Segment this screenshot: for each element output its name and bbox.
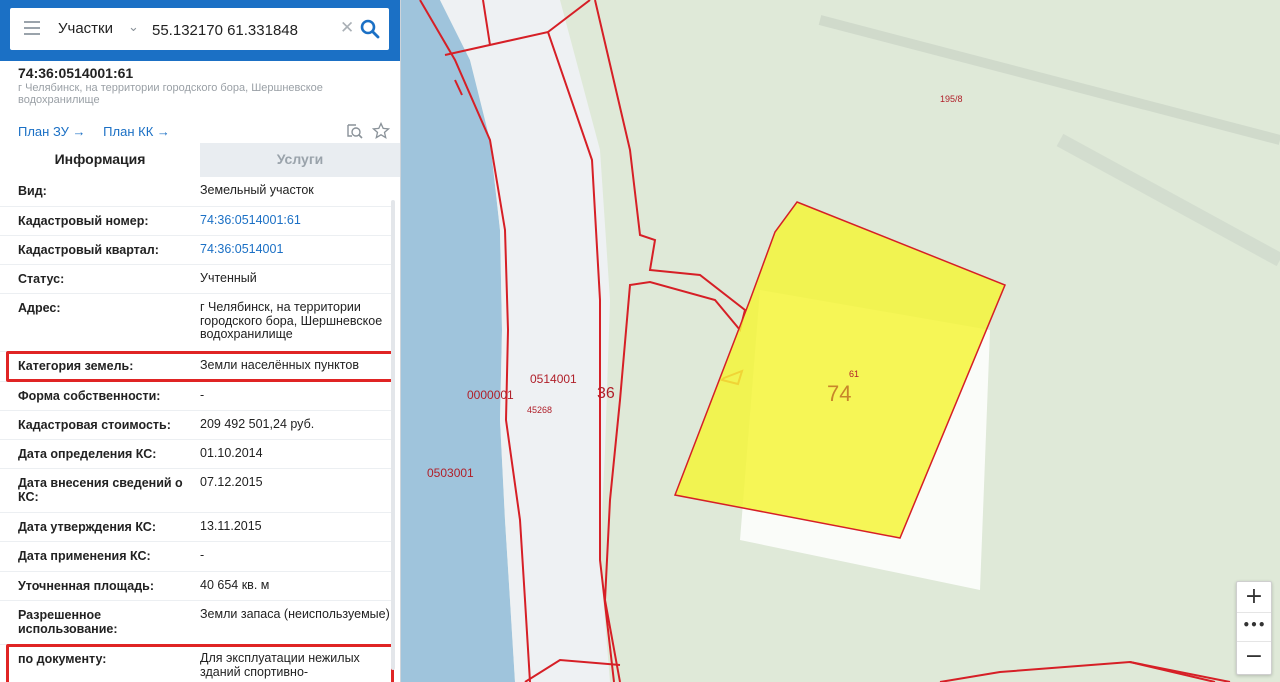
plan-kk-link[interactable]: План КК → [103,124,170,139]
table-row: Статус: Учтенный [0,265,392,294]
arrow-right-icon: → [72,124,86,139]
row-value: 01.10.2014 [200,446,263,460]
row-label: Уточненная площадь: [18,579,155,593]
row-label: по документу: [18,652,107,666]
zoom-in-button[interactable]: + [1237,582,1271,613]
row-label: Разрешенное использование: [18,608,118,636]
tab-information[interactable]: Информация [0,143,200,177]
row-value: Для эксплуатации нежилых зданий спортивн… [200,651,360,682]
row-label: Статус: [18,272,65,286]
row-value-link[interactable]: 74:36:0514001 [200,242,390,257]
table-row: Категория земель: Земли населённых пункто… [0,351,394,382]
arrow-right-icon: → [156,124,170,139]
search-type-select[interactable]: Участки [58,20,113,37]
tab-services[interactable]: Услуги [200,143,400,177]
info-panel: Участки ⌄ ✕ 74:36:0514001:61 г Челябинск… [0,0,401,682]
row-value: Учтенный [200,271,257,285]
row-label: Кадастровая стоимость: [18,418,171,432]
table-row: Кадастровая стоимость: 209 492 501,24 руб… [0,411,392,440]
row-label: Вид: [18,184,47,198]
panel-scrollbar[interactable] [391,200,395,670]
menu-icon[interactable] [24,21,40,35]
row-label: Дата внесения сведений о КС: [18,476,183,504]
table-row: Дата применения КС: - [0,542,392,572]
table-row: Кадастровый квартал: 74:36:0514001 [0,236,392,265]
table-row: Кадастровый номер: 74:36:0514001:61 [0,207,392,236]
row-value: 13.11.2015 [200,519,262,533]
row-value: 209 492 501,24 руб. [200,417,315,431]
tool-icons [342,121,391,140]
table-row: Вид: Земельный участок [0,177,392,207]
zoom-out-button[interactable]: − [1237,642,1271,672]
map-label-block-b: 0000001 [467,388,514,402]
parcel-address: г Челябинск, на территории городского бо… [18,82,323,106]
row-label: Дата утверждения КС: [18,520,156,534]
plan-zu-link[interactable]: План ЗУ → [18,124,86,139]
row-value: г Челябинск, на территории городского бо… [200,300,383,341]
row-label: Категория земель: [18,359,134,373]
map-label-block-c: 0503001 [427,466,474,480]
zoom-to-parcel-icon[interactable] [346,122,364,140]
search-bar: Участки ⌄ ✕ [0,0,400,61]
row-label: Форма собственности: [18,389,161,403]
table-row: Уточненная площадь: 40 654 кв. м [0,572,392,601]
row-label: Адрес: [18,301,61,315]
row-value: Земли запаса (неиспользуемые) [200,607,390,621]
table-row: Адрес: г Челябинск, на территории городск… [0,294,392,352]
row-value: Земельный участок [200,183,314,197]
search-icon[interactable] [360,19,380,39]
row-value: 07.12.2015 [200,475,263,489]
row-label: Дата применения КС: [18,549,151,563]
map-label-district: 36 [597,385,615,402]
row-value: - [200,548,205,562]
zoom-control: + ••• − [1236,581,1272,675]
map-label-block-a: 0514001 [530,372,577,386]
search-box: Участки ⌄ ✕ [10,8,389,50]
table-row: Разрешенное использование: Земли запаса (… [0,601,392,645]
row-label: Кадастровый номер: [18,214,149,228]
parcel-number-big: 74 [827,381,852,406]
row-value: - [200,388,205,402]
parcel-number-small: 61 [849,369,860,379]
star-icon[interactable] [372,121,391,140]
map-label-number: 45268 [527,405,553,415]
table-row: по документу: Для эксплуатации нежилых зд… [0,644,394,682]
map-label-number: 195/8 [940,94,963,104]
row-value-link[interactable]: 74:36:0514001:61 [200,213,390,228]
search-input[interactable] [150,16,344,44]
table-row: Дата утверждения КС: 13.11.2015 [0,513,392,542]
more-options-button[interactable]: ••• [1237,613,1271,642]
row-value: Земли населённых пунктов [200,358,359,372]
row-value: 40 654 кв. м [200,578,270,592]
row-label: Кадастровый квартал: [18,243,159,257]
table-row: Дата внесения сведений о КС: 07.12.2015 [0,469,392,513]
table-row: Дата определения КС: 01.10.2014 [0,440,392,469]
plan-links: План ЗУ → План КК → [18,124,184,139]
table-row: Форма собственности: - [0,382,392,411]
chevron-down-icon[interactable]: ⌄ [128,20,139,35]
attribute-table: Вид: Земельный участок Кадастровый номер: 7… [0,177,394,682]
row-label: Дата определения КС: [18,447,157,461]
panel-tabs: Информация Услуги [0,143,400,177]
clear-icon[interactable]: ✕ [340,18,354,38]
parcel-id: 74:36:0514001:61 [18,65,134,81]
